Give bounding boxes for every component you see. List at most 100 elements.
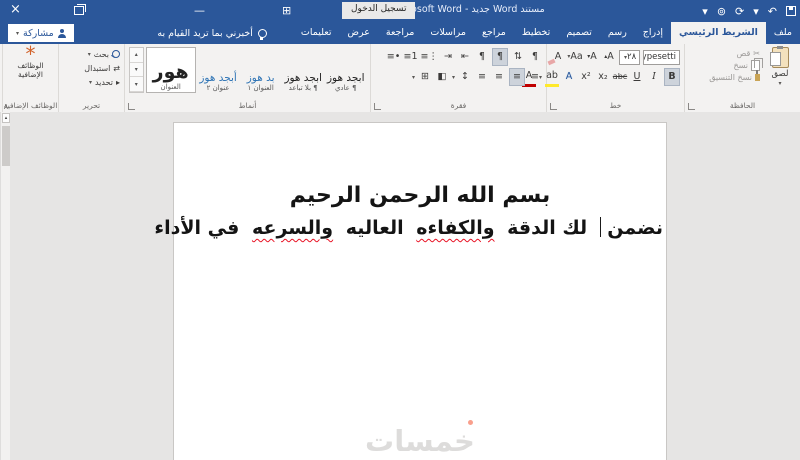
tab-view[interactable]: عرض — [339, 22, 377, 44]
sign-in-button[interactable]: تسجيل الدخول — [342, 2, 416, 19]
tab-help[interactable]: تعليمات — [293, 22, 340, 44]
clear-formatting-button[interactable]: A — [551, 49, 565, 65]
increase-indent-button[interactable]: ⇥ — [441, 49, 455, 65]
clipboard-dialog-launcher-icon[interactable] — [688, 103, 695, 110]
text-effects-button[interactable]: A — [562, 69, 576, 85]
line-spacing-dropdown-icon[interactable]: ▾ — [452, 74, 455, 81]
word: في الأداء — [154, 217, 240, 239]
superscript-button[interactable]: x² — [579, 69, 593, 85]
tab-mailings[interactable]: مراسلات — [422, 22, 474, 44]
copy-label: نسخ — [733, 61, 748, 70]
borders-button[interactable]: ⊞ — [418, 69, 432, 85]
sort-button[interactable]: ⇅ — [511, 49, 525, 65]
shading-button[interactable]: ◧ — [435, 69, 449, 85]
select-button[interactable]: ▸ تحديد ▾ — [63, 75, 120, 89]
align-left-button[interactable]: ≡ — [492, 69, 506, 85]
select-dropdown-icon: ▾ — [88, 78, 92, 86]
font-size-combobox[interactable]: ٢٨ ▾ — [619, 49, 641, 65]
word: لك الدقة — [507, 217, 588, 239]
tell-me-box[interactable]: أخبرني بما تريد القيام به — [157, 22, 267, 44]
save-icon[interactable] — [786, 6, 796, 16]
ltr-text-direction-button[interactable]: ¶ — [475, 49, 489, 65]
copy-button[interactable]: نسخ — [709, 58, 763, 71]
numbered-list-button[interactable]: 1≡ — [404, 49, 418, 65]
paragraph-group: ¶ ⇅ ¶ ¶ ⇤ ⇥ ⋮≡ 1≡ •≡ ≡ ≡ ≡ ≡ ↕ ▾ ◧ ⊞ ▾ ف… — [370, 44, 546, 112]
multilevel-list-button[interactable]: ⋮≡ — [421, 49, 438, 65]
document-line-basmala[interactable]: بسم الله الرحمن الرحيم — [174, 181, 666, 211]
subscript-button[interactable]: x₂ — [596, 69, 610, 85]
style-heading1[interactable]: بد هوز العنوان ١ — [240, 47, 281, 93]
strikethrough-button[interactable]: abc — [613, 69, 627, 85]
style-title-selected[interactable]: هور العنوان — [145, 47, 196, 93]
underline-button[interactable]: U — [630, 69, 644, 85]
bullet-list-button[interactable]: •≡ — [387, 49, 401, 65]
paste-label: لصق — [771, 69, 789, 79]
font-name-combobox[interactable]: Arabic Typesetti ▾ — [643, 49, 680, 65]
document-line-slogan[interactable]: نضمن لك الدقة والكفاءه العاليه والسرعه ف… — [154, 213, 666, 243]
rtl-text-direction-button[interactable]: ¶ — [492, 48, 508, 66]
style-name: العنوان ١ — [247, 84, 274, 92]
find-button[interactable]: بحث ▾ — [63, 47, 120, 61]
gallery-up-icon[interactable]: ▴ — [130, 48, 143, 63]
style-no-spacing[interactable]: ابجد هوز ¶ بلا تباعد — [283, 47, 324, 93]
tab-references[interactable]: مراجع — [474, 22, 514, 44]
undo-icon[interactable]: ↶ — [768, 6, 777, 17]
justify-button[interactable]: ≡ — [475, 69, 489, 85]
tab-review[interactable]: مراجعة — [378, 22, 423, 44]
document-page[interactable]: بسم الله الرحمن الرحيم نضمن لك الدقة وال… — [154, 122, 667, 460]
cut-button[interactable]: ✂ قص — [709, 49, 760, 58]
grow-font-button[interactable]: A ▴ — [602, 49, 616, 65]
line-spacing-button[interactable]: ↕ — [458, 69, 472, 85]
collapse-ribbon-icon[interactable]: ∧ — [3, 102, 9, 111]
borders-dropdown-icon[interactable]: ▾ — [412, 74, 415, 81]
share-button[interactable]: مشاركة ▾ — [8, 24, 74, 42]
undo-dropdown-icon[interactable]: ▾ — [753, 6, 759, 17]
ribbon-display-options-icon[interactable]: ⊞ — [282, 3, 291, 18]
font-name-value: Arabic Typesetti — [644, 52, 676, 62]
shrink-font-button[interactable]: A ▾ — [585, 49, 599, 65]
tab-home[interactable]: الشريط الرئيسي — [671, 22, 766, 44]
paste-clipboard-icon — [769, 46, 789, 68]
customize-quick-access-icon[interactable]: ▾ — [702, 6, 708, 17]
paragraph-dialog-launcher-icon[interactable] — [374, 103, 381, 110]
touch-mode-icon[interactable]: ⊚ — [717, 6, 726, 17]
minimize-icon[interactable]: — — [194, 3, 205, 18]
scroll-up-icon[interactable]: ▴ — [2, 113, 10, 123]
tab-insert[interactable]: إدراج — [635, 22, 671, 44]
style-heading2[interactable]: أبجد هوز عنوان ٢ — [198, 47, 239, 93]
tab-layout[interactable]: تخطيط — [514, 22, 558, 44]
text-highlight-button[interactable]: ab — [545, 68, 559, 87]
gallery-down-icon[interactable]: ▾ — [130, 63, 143, 78]
close-icon[interactable]: × — [10, 2, 21, 17]
scrollbar-thumb[interactable] — [2, 126, 10, 166]
font-dialog-launcher-icon[interactable] — [550, 103, 557, 110]
gallery-more-icon[interactable]: ▾ — [130, 77, 143, 93]
styles-dialog-launcher-icon[interactable] — [128, 103, 135, 110]
tab-design[interactable]: تصميم — [558, 22, 600, 44]
style-normal[interactable]: ابجد هوز ¶ عادي — [325, 47, 366, 93]
clipboard-group-label: الحافظة — [729, 101, 756, 110]
tab-file[interactable]: ملف — [766, 22, 800, 44]
align-right-button[interactable]: ≡ — [528, 69, 542, 85]
bold-button[interactable]: B — [664, 68, 680, 86]
style-name: ¶ بلا تباعد — [288, 84, 318, 92]
change-case-button[interactable]: Aa ▾ — [567, 49, 582, 65]
decrease-indent-button[interactable]: ⇤ — [458, 49, 472, 65]
vertical-scrollbar[interactable]: ▴ — [0, 112, 10, 460]
document-text[interactable]: بسم الله الرحمن الرحيم نضمن لك الدقة وال… — [154, 123, 666, 243]
document-area: ▴ بسم الله الرحمن الرحيم نضمن لك الدقة و… — [0, 112, 800, 460]
repeat-icon[interactable]: ⟳ — [735, 6, 744, 17]
format-painter-button[interactable]: نسخ التنسيق — [709, 70, 760, 82]
styles-group-label: أنماط — [238, 101, 257, 110]
replace-button[interactable]: ⇄ استبدال — [63, 61, 120, 75]
tab-draw[interactable]: رسم — [600, 22, 635, 44]
align-center-button[interactable]: ≡ — [509, 68, 525, 86]
share-dropdown-icon: ▾ — [16, 29, 20, 37]
addins-button[interactable]: * الوظائف الإضافية — [7, 44, 54, 80]
scissors-icon: ✂ — [753, 49, 760, 58]
italic-button[interactable]: I — [647, 69, 661, 85]
paste-button[interactable]: لصق ▾ — [764, 46, 796, 99]
restore-icon[interactable] — [74, 4, 86, 15]
font-size-value: ٢٨ — [627, 52, 637, 62]
show-paragraph-marks-button[interactable]: ¶ — [528, 49, 542, 65]
